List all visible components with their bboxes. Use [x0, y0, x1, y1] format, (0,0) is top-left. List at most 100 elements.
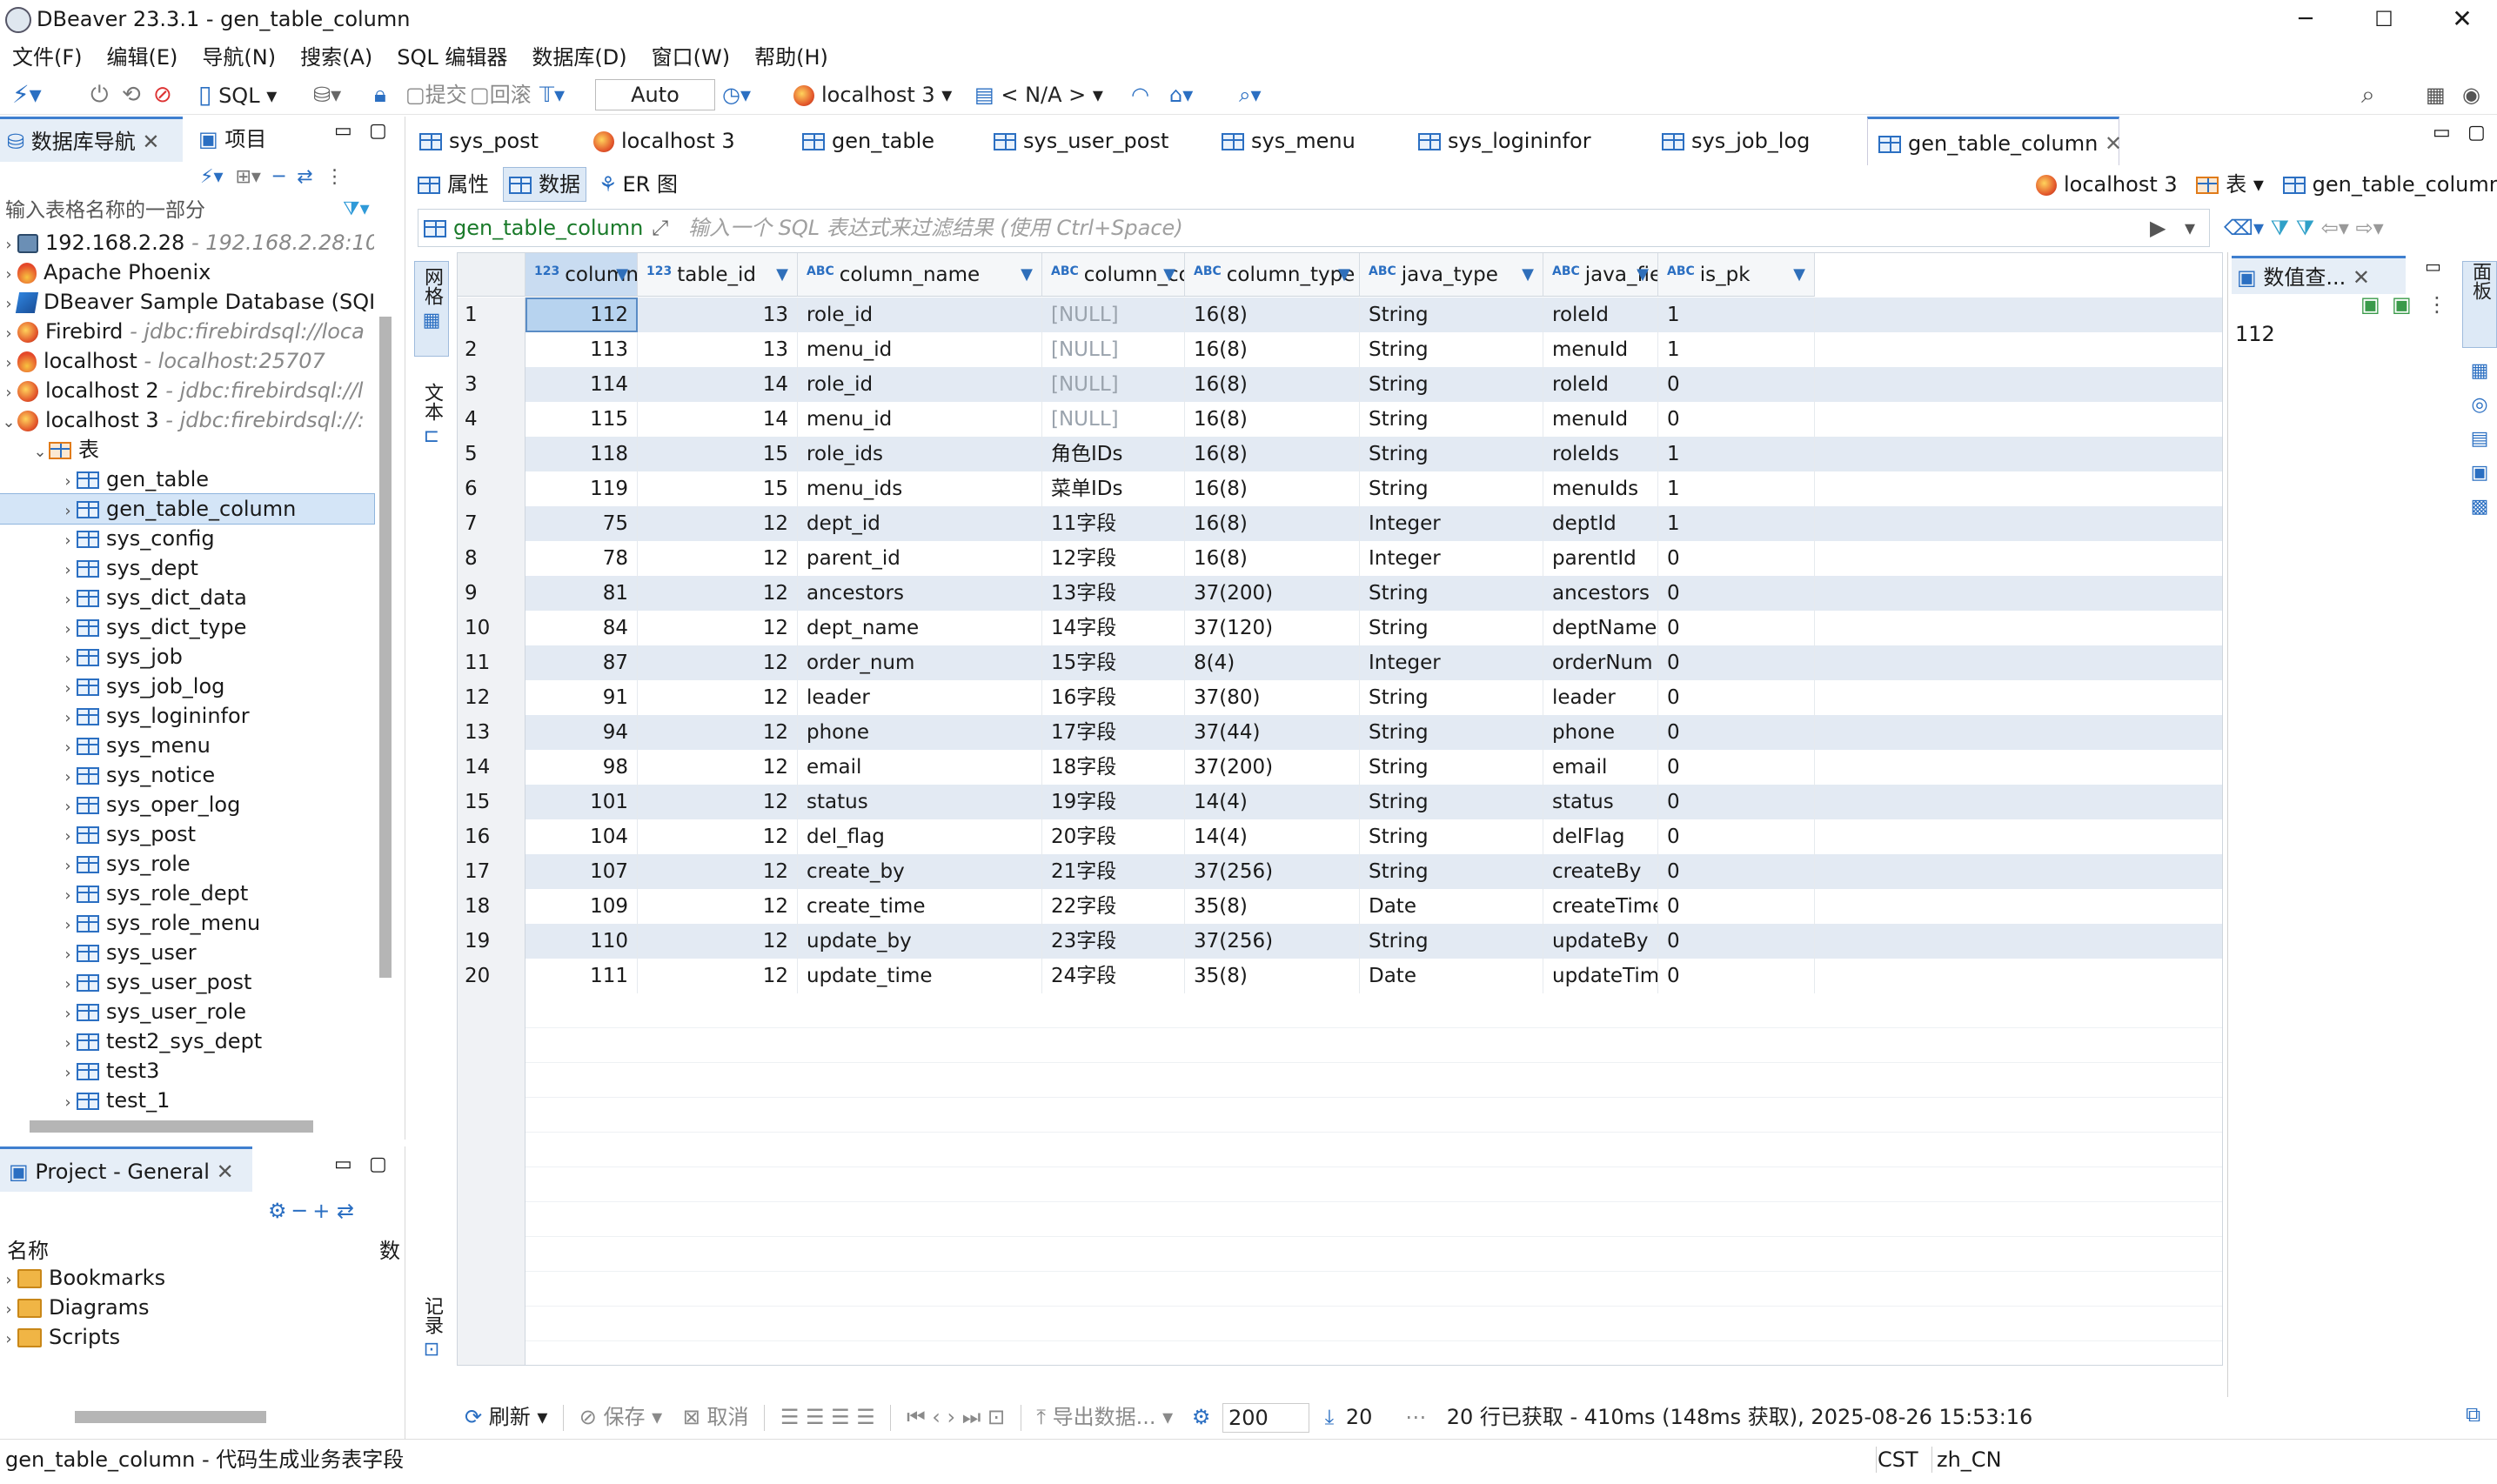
tree-item-connection[interactable]: › DBeaver Sample Database (SQI — [0, 287, 374, 317]
row-number[interactable]: 10 — [458, 611, 526, 645]
schema-select[interactable]: ▤ < N/A > ▾ — [974, 75, 1103, 115]
grid-cell[interactable]: 16(8) — [1185, 297, 1360, 332]
grid-cell[interactable]: 0 — [1658, 611, 1815, 645]
panel-more-icon[interactable]: ▩ — [2462, 496, 2497, 518]
grid-cell[interactable]: menuId — [1543, 402, 1658, 437]
subtab-data[interactable]: 数据 — [503, 167, 586, 202]
expand-chevron-icon[interactable]: › — [59, 556, 77, 583]
new-connection-small-icon[interactable]: ⚡▾ — [200, 166, 224, 188]
table-row[interactable]: 6 119 15 menu_ids 菜单IDs 16(8) String menuIds 1 — [458, 471, 2222, 506]
tree-item-table[interactable]: › sys_oper_log — [0, 790, 374, 819]
grid-cell[interactable]: 0 — [1658, 645, 1815, 680]
filter-toolbar-icon[interactable]: 𝕋▾ — [539, 75, 565, 115]
grid-cell[interactable]: parent_id — [798, 541, 1042, 576]
grid-cell[interactable]: 18字段 — [1042, 750, 1185, 785]
grid-cell[interactable]: 11字段 — [1042, 506, 1185, 541]
grid-cell[interactable]: create_time — [798, 889, 1042, 924]
close-window-button[interactable]: ✕ — [2445, 0, 2480, 40]
grid-cell[interactable]: 12 — [638, 959, 798, 993]
grid-cell[interactable]: create_by — [798, 854, 1042, 889]
tree-item-table[interactable]: › sys_menu — [0, 731, 374, 760]
grid-cell[interactable]: 12字段 — [1042, 541, 1185, 576]
grid-cell[interactable]: 114 — [526, 367, 638, 402]
grid-cell[interactable]: 98 — [526, 750, 638, 785]
grid-cell[interactable]: [NULL] — [1042, 402, 1185, 437]
grid-cell[interactable]: updateTime — [1543, 959, 1658, 993]
grid-cell[interactable]: 0 — [1658, 402, 1815, 437]
perspective-icon[interactable]: ▦ — [2426, 75, 2446, 115]
tab-projects[interactable]: ▣ 项目 — [193, 117, 298, 162]
grid-cell[interactable]: 118 — [526, 437, 638, 471]
grid-cell[interactable]: String — [1360, 819, 1543, 854]
expand-chevron-icon[interactable]: › — [59, 999, 77, 1026]
tree-item-table[interactable]: › sys_post — [0, 819, 374, 849]
grid-cell[interactable]: email — [1543, 750, 1658, 785]
filter-settings-icon[interactable]: ⧩ — [2271, 216, 2289, 240]
project-add-icon[interactable]: + — [312, 1199, 330, 1223]
grid-cell[interactable]: leader — [798, 680, 1042, 715]
expand-chevron-icon[interactable]: › — [59, 526, 77, 553]
grid-cell[interactable]: 115 — [526, 402, 638, 437]
grid-cell[interactable]: status — [798, 785, 1042, 819]
table-row[interactable]: 9 81 12 ancestors 13字段 37(200) String ancestors… — [458, 576, 2222, 611]
editor-tab[interactable]: gen_table — [792, 117, 983, 165]
grid-cell[interactable]: 13 — [638, 332, 798, 367]
tree-item-table[interactable]: › sys_role — [0, 849, 374, 879]
grid-cell[interactable]: [NULL] — [1042, 297, 1185, 332]
row-number[interactable]: 12 — [458, 680, 526, 715]
grid-cell[interactable]: menuId — [1543, 332, 1658, 367]
row-number[interactable]: 2 — [458, 332, 526, 367]
expand-chevron-icon[interactable]: › — [59, 615, 77, 642]
table-row[interactable]: 18 109 12 create_time 22字段 35(8) Date createTim… — [458, 889, 2222, 924]
grid-cell[interactable]: deptId — [1543, 506, 1658, 541]
panel-grid-icon[interactable]: ▦ — [2462, 360, 2497, 382]
grid-cell[interactable]: 19字段 — [1042, 785, 1185, 819]
grid-cell[interactable]: 15字段 — [1042, 645, 1185, 680]
project-hscrollbar[interactable] — [75, 1411, 266, 1423]
breadcrumb-folder[interactable]: 表 ▾ — [2196, 172, 2264, 197]
minimize-button[interactable]: ─ — [2288, 0, 2323, 40]
panels-toggle[interactable]: 面板 — [2462, 261, 2497, 348]
tree-folder-tables[interactable]: ⌄ 表 — [0, 435, 374, 465]
grid-cell[interactable]: 23字段 — [1042, 924, 1185, 959]
tree-item-table[interactable]: › test_1 — [0, 1086, 374, 1115]
grid-cell[interactable]: 12 — [638, 611, 798, 645]
editor-tab[interactable]: sys_post — [409, 117, 583, 165]
grid-cell[interactable]: ancestors — [1543, 576, 1658, 611]
tree-item-table[interactable]: › sys_dict_type — [0, 612, 374, 642]
filter-icon[interactable]: ⧩ — [2296, 216, 2314, 240]
grid-cell[interactable]: 0 — [1658, 541, 1815, 576]
expand-chevron-icon[interactable]: › — [59, 467, 77, 494]
grid-cell[interactable]: menu_ids — [798, 471, 1042, 506]
tree-item-table[interactable]: › sys_role_dept — [0, 879, 374, 908]
table-row[interactable]: 3 114 14 role_id [NULL] 16(8) String roleId 0 — [458, 367, 2222, 402]
grid-cell[interactable]: role_id — [798, 297, 1042, 332]
project-link-icon[interactable]: ⇄ — [337, 1199, 354, 1223]
expand-chevron-icon[interactable]: › — [59, 1059, 77, 1086]
row-number[interactable]: 16 — [458, 819, 526, 854]
menu-window[interactable]: 窗口(W) — [652, 40, 730, 75]
grid-cell[interactable]: 14(4) — [1185, 819, 1360, 854]
new-folder-icon[interactable]: ⊞▾ — [236, 166, 261, 188]
maximize-results-icon[interactable]: ⧉ — [2466, 1402, 2480, 1427]
grid-cell[interactable]: 12 — [638, 645, 798, 680]
subtab-er-diagram[interactable]: ⚘ ER 图 — [599, 165, 678, 204]
grid-cell[interactable]: menu_id — [798, 402, 1042, 437]
table-row[interactable]: 20 111 12 update_time 24字段 35(8) Date updateTim… — [458, 959, 2222, 993]
grid-cell[interactable]: 0 — [1658, 680, 1815, 715]
grid-cell[interactable]: 101 — [526, 785, 638, 819]
grid-cell[interactable]: 110 — [526, 924, 638, 959]
grid-cell[interactable]: 12 — [638, 854, 798, 889]
tree-item-table[interactable]: › test3 — [0, 1056, 374, 1086]
grid-cell[interactable]: 菜单IDs — [1042, 471, 1185, 506]
expand-chevron-icon[interactable]: › — [59, 585, 77, 612]
panel-refs-icon[interactable]: ◎ — [2462, 394, 2497, 416]
value-viewer-minimize-icon[interactable]: ▭ — [2425, 256, 2441, 277]
tree-item-table[interactable]: › sys_job — [0, 642, 374, 672]
grid-cell[interactable]: menu_id — [798, 332, 1042, 367]
grid-cell[interactable]: Integer — [1360, 506, 1543, 541]
sort-filter-icon[interactable]: ▼ — [1793, 253, 1805, 296]
grid-cell[interactable]: 107 — [526, 854, 638, 889]
tree-item-table[interactable]: › sys_user — [0, 938, 374, 967]
grid-cell[interactable]: orderNum — [1543, 645, 1658, 680]
